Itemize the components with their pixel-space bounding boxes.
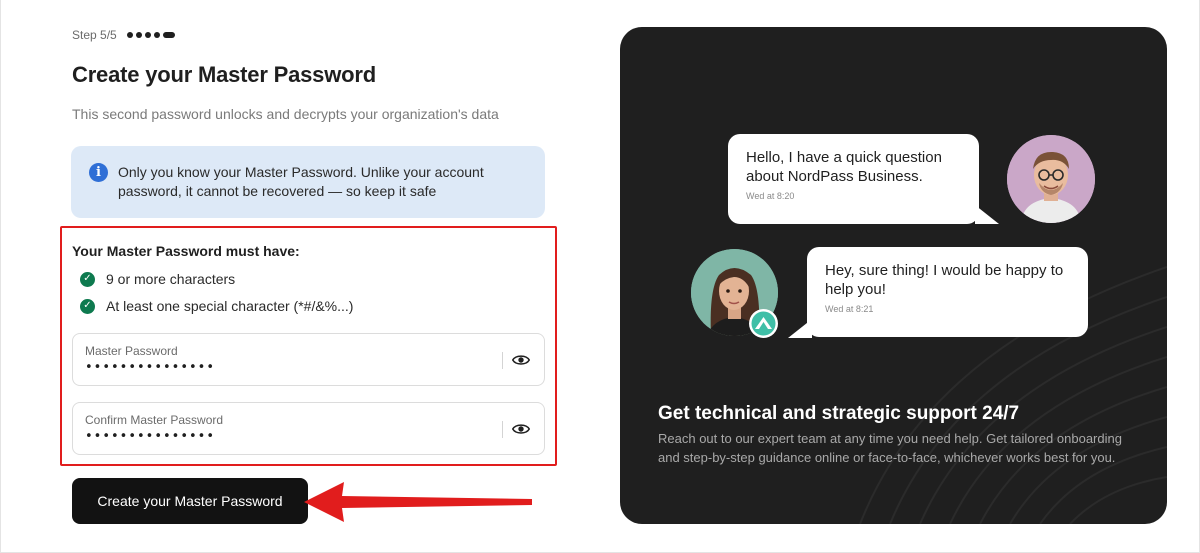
eye-icon[interactable] [512,352,530,368]
step-indicator: Step 5/5 [72,28,175,42]
chat-bubble-answer: Hey, sure thing! I would be happy to hel… [807,247,1088,337]
eye-icon[interactable] [512,421,530,437]
requirement-label: At least one special character (*#/&%...… [106,298,354,314]
promo-body: Reach out to our expert team at any time… [658,431,1122,465]
confirm-password-value[interactable]: ••••••••••••••• [85,429,215,444]
chat-message-time: Wed at 8:21 [825,304,874,314]
customer-avatar [1007,135,1095,223]
check-icon: ✓ [80,298,95,314]
field-label: Confirm Master Password [85,413,224,427]
master-password-value[interactable]: ••••••••••••••• [85,360,215,375]
support-promo-panel: Hello, I have a quick question about Nor… [620,27,1167,524]
requirement-item: ✓ At least one special character (*#/&%.… [80,298,353,314]
step-label: Step 5/5 [72,28,117,42]
check-icon: ✓ [80,271,95,287]
red-arrow-annotation [304,482,532,522]
mountain-logo-icon [751,311,776,336]
step-dot [135,32,142,38]
page-subtitle: This second password unlocks and decrypt… [72,106,499,122]
chat-message-time: Wed at 8:20 [746,191,795,201]
page-edge-left [0,0,1,553]
page-title: Create your Master Password [72,62,376,87]
step-dot [144,32,151,38]
requirements-title: Your Master Password must have: [72,243,300,259]
man-portrait-icon [1007,135,1095,223]
step-dot [126,32,133,38]
info-icon: i [89,163,108,182]
step-dots [126,32,175,38]
confirm-password-field[interactable]: Confirm Master Password ••••••••••••••• [72,402,545,455]
info-notice: i Only you know your Master Password. Un… [71,146,545,218]
requirement-item: ✓ 9 or more characters [80,271,235,287]
chat-bubble-tail [975,205,999,224]
field-divider [502,352,503,369]
field-divider [502,421,503,438]
master-password-field[interactable]: Master Password ••••••••••••••• [72,333,545,386]
chat-message-text: Hey, sure thing! I would be happy to hel… [825,262,1064,298]
step-dot-current [162,32,175,38]
support-badge [749,309,778,338]
requirement-label: 9 or more characters [106,271,236,287]
field-label: Master Password [85,344,178,358]
chat-bubble-question: Hello, I have a quick question about Nor… [728,134,979,224]
info-text: Only you know your Master Password. Unli… [118,164,484,199]
promo-title: Get technical and strategic support 24/7 [658,403,1020,424]
create-master-password-button[interactable]: Create your Master Password [72,478,308,524]
step-dot [153,32,160,38]
chat-bubble-tail [788,319,812,338]
chat-message-text: Hello, I have a quick question about Nor… [746,149,942,185]
